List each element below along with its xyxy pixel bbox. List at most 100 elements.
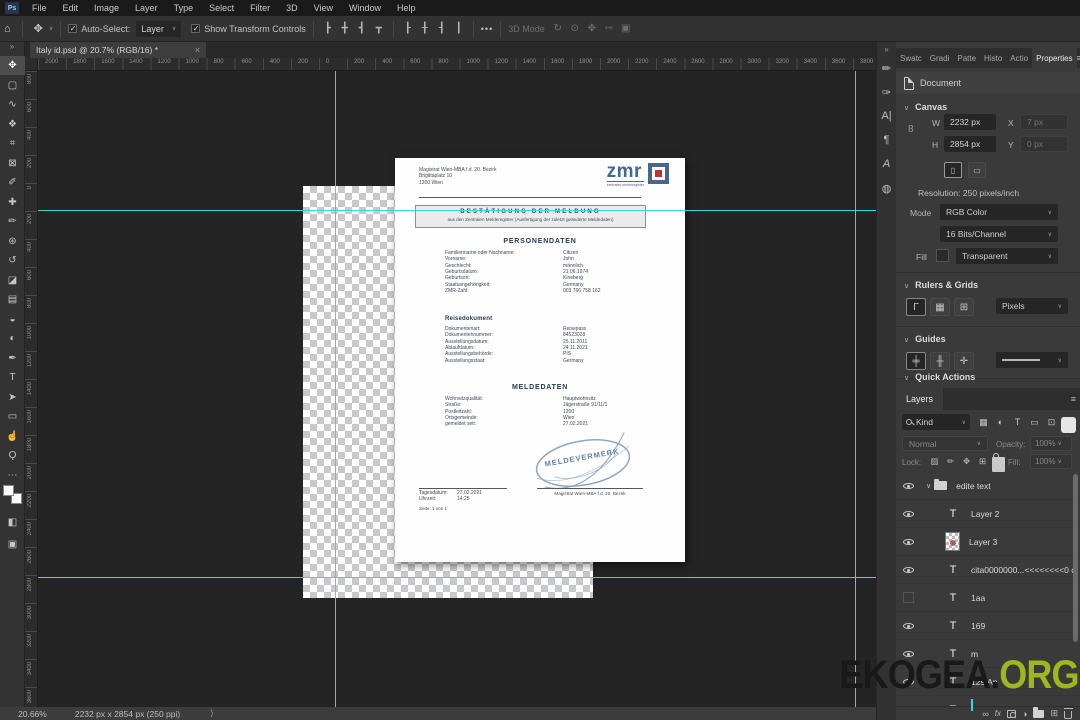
clone-stamp-tool[interactable]: ⊛ bbox=[0, 232, 25, 251]
layer-row[interactable]: Tcita0000000...<<<<<<<<0 d bbox=[896, 556, 1080, 584]
lasso-tool[interactable]: ∿ bbox=[0, 95, 25, 114]
guide-vertical-left[interactable] bbox=[335, 71, 336, 707]
layer-row[interactable]: T 169 bbox=[896, 612, 1080, 640]
guide-layout-icon[interactable]: ╫ bbox=[930, 352, 950, 370]
units-dropdown[interactable]: Pixels ∨ bbox=[996, 298, 1068, 314]
new-layer-icon[interactable]: ⊞ bbox=[1050, 708, 1058, 719]
opacity-field[interactable]: 100% ∨ bbox=[1030, 436, 1072, 451]
tab-actio[interactable]: Actio bbox=[1006, 48, 1032, 68]
menu-file[interactable]: File bbox=[24, 0, 55, 16]
align-left-edges-icon[interactable]: ┣ bbox=[321, 23, 335, 34]
guides-section-header[interactable]: Guides bbox=[904, 334, 946, 344]
healing-brush-tool[interactable]: ✚ bbox=[0, 193, 25, 212]
quick-actions-header[interactable]: Quick Actions bbox=[904, 372, 975, 382]
3d-orbit-icon[interactable]: ↻ bbox=[551, 23, 565, 34]
hand-tool[interactable]: ☝ bbox=[0, 427, 25, 446]
gradient-tool[interactable]: ▤ bbox=[0, 290, 25, 309]
canvas-width-field[interactable]: 2232 px bbox=[944, 114, 996, 130]
collapse-panels-icon[interactable]: » bbox=[877, 42, 897, 56]
visibility-toggle[interactable] bbox=[896, 564, 920, 575]
landscape-orientation-button[interactable]: ▭ bbox=[968, 162, 986, 178]
marquee-tool[interactable]: ▢ bbox=[0, 76, 25, 95]
layer-row[interactable]: T Layer 2 bbox=[896, 500, 1080, 528]
screen-mode-icon[interactable]: ▣ bbox=[0, 535, 25, 554]
guides-icon[interactable]: ╪ bbox=[906, 352, 926, 370]
visibility-toggle[interactable] bbox=[896, 536, 920, 547]
auto-select-dropdown[interactable]: Layer ∨ bbox=[136, 20, 182, 37]
tab-properties[interactable]: Properties bbox=[1032, 48, 1077, 68]
3d-zoom-icon[interactable]: ▣ bbox=[619, 23, 633, 34]
portrait-orientation-button[interactable]: ▯ bbox=[944, 162, 962, 178]
guide-vertical-right[interactable] bbox=[855, 71, 856, 707]
menu-filter[interactable]: Filter bbox=[242, 0, 278, 16]
eye-icon[interactable] bbox=[902, 564, 914, 575]
properties-panel-menu-icon[interactable]: ≡ bbox=[1077, 53, 1080, 63]
document-tab[interactable]: Italy id.psd @ 20.7% (RGB/16) * × bbox=[30, 42, 206, 58]
eraser-tool[interactable]: ◪ bbox=[0, 271, 25, 290]
align-right-edges-icon[interactable]: ┫ bbox=[355, 23, 369, 34]
layer-row[interactable]: ∨ edite text bbox=[896, 472, 1080, 500]
tab-histo[interactable]: Histo bbox=[980, 48, 1006, 68]
visibility-toggle[interactable] bbox=[896, 648, 920, 659]
menu-layer[interactable]: Layer bbox=[127, 0, 166, 16]
layer-row[interactable]: Tm bbox=[896, 640, 1080, 668]
expand-caret-icon[interactable]: ∨ bbox=[926, 482, 931, 490]
lock-position-icon[interactable]: ✥ bbox=[960, 454, 973, 469]
ruler-icon[interactable]: Γ bbox=[906, 298, 926, 316]
3d-slide-icon[interactable]: ⇿ bbox=[602, 23, 616, 34]
more-tools[interactable]: ⋯ bbox=[0, 466, 25, 485]
zoom-level-field[interactable]: 20.66% bbox=[18, 709, 47, 719]
eye-icon[interactable] bbox=[902, 620, 914, 631]
eye-icon[interactable] bbox=[902, 676, 914, 687]
3d-roll-icon[interactable]: ⊙ bbox=[568, 23, 582, 34]
canvas-area[interactable]: 2000 1800 1600 1400 1200 1000 800 600 400 200 0 200… bbox=[25, 58, 876, 707]
eye-icon[interactable] bbox=[902, 508, 914, 519]
character-panel-icon[interactable]: A| bbox=[877, 104, 897, 128]
chevron-down-icon[interactable]: ∨ bbox=[49, 25, 53, 32]
move-tool[interactable]: ✥ bbox=[0, 56, 25, 75]
lock-transparency-icon[interactable]: ▨ bbox=[928, 454, 941, 469]
distribute-center-icon[interactable]: ╂ bbox=[418, 23, 432, 34]
document-page[interactable]: Magistrat Wien-MBA f.d. 20. Bezirk Brigit… bbox=[395, 158, 685, 562]
paragraph-panel-icon[interactable]: ¶ bbox=[877, 128, 897, 152]
adjustment-layer-icon[interactable]: ◑ bbox=[1022, 709, 1027, 719]
type-tool[interactable]: T bbox=[0, 368, 25, 387]
color-mode-dropdown[interactable]: RGB Color ∨ bbox=[940, 204, 1058, 220]
collapse-tools-icon[interactable]: » bbox=[0, 42, 24, 54]
tab-gradi[interactable]: Gradi bbox=[926, 48, 954, 68]
blend-mode-dropdown[interactable]: Normal ∨ bbox=[902, 436, 988, 451]
tab-swatc[interactable]: Swatc bbox=[896, 48, 926, 68]
guide-horizontal-top[interactable] bbox=[38, 210, 876, 211]
filter-type-layers-icon[interactable]: T bbox=[1010, 414, 1025, 430]
show-transform-checkbox[interactable] bbox=[191, 24, 201, 33]
delete-layer-icon[interactable] bbox=[1063, 708, 1073, 719]
distribute-left-icon[interactable]: ┠ bbox=[401, 23, 415, 34]
glyphs-panel-icon[interactable]: A bbox=[877, 152, 897, 176]
visibility-toggle[interactable] bbox=[896, 620, 920, 631]
menu-image[interactable]: Image bbox=[86, 0, 127, 16]
history-brush-tool[interactable]: ↺ bbox=[0, 251, 25, 270]
path-selection-tool[interactable]: ➤ bbox=[0, 388, 25, 407]
filter-smart-objects-icon[interactable]: ⊡ bbox=[1044, 414, 1059, 430]
eye-icon[interactable] bbox=[902, 480, 914, 491]
close-tab-icon[interactable]: × bbox=[195, 45, 200, 55]
canvas-height-field[interactable]: 2854 px bbox=[944, 136, 996, 152]
brushes-icon[interactable]: ✑ bbox=[877, 80, 897, 104]
lock-all-icon[interactable] bbox=[992, 452, 1005, 472]
visibility-toggle[interactable] bbox=[896, 592, 920, 603]
grid-icon[interactable]: ▦ bbox=[930, 298, 950, 316]
visibility-toggle[interactable] bbox=[896, 508, 920, 519]
brush-settings-icon[interactable]: ✏ bbox=[877, 56, 897, 80]
canvas-section-header[interactable]: Canvas bbox=[904, 102, 947, 112]
auto-select-checkbox[interactable] bbox=[68, 24, 78, 33]
color-swatches[interactable] bbox=[3, 485, 22, 504]
rulers-grids-section-header[interactable]: Rulers & Grids bbox=[904, 280, 978, 290]
layer-effects-icon[interactable]: fx bbox=[995, 709, 1001, 718]
layers-panel-menu-icon[interactable]: ≡ bbox=[1071, 394, 1080, 404]
align-horizontal-centers-icon[interactable]: ╋ bbox=[338, 23, 352, 34]
layers-scrollbar[interactable] bbox=[1073, 474, 1078, 642]
3d-pan-icon[interactable]: ✥ bbox=[585, 23, 599, 34]
fill-dropdown[interactable]: Transparent ∨ bbox=[956, 248, 1058, 264]
tab-patte[interactable]: Patte bbox=[953, 48, 980, 68]
menu-view[interactable]: View bbox=[306, 0, 341, 16]
